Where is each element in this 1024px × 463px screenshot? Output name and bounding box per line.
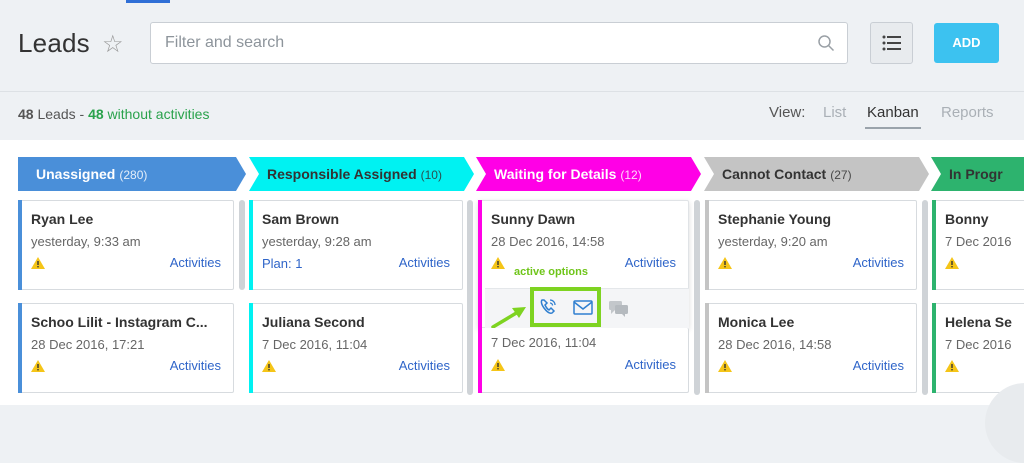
lead-name[interactable]: Stephanie Young xyxy=(718,211,831,227)
view-tab-reports[interactable]: Reports xyxy=(941,104,994,121)
lead-name[interactable]: Bonny xyxy=(945,211,989,227)
lead-card[interactable]: Sam Brown yesterday, 9:28 am Plan: 1 Act… xyxy=(249,200,463,290)
column-title: Unassigned xyxy=(36,166,116,182)
leads-stats: 48 Leads - 48 without activities xyxy=(18,106,209,122)
view-tab-kanban[interactable]: Kanban xyxy=(867,104,919,121)
column-scrollbar[interactable] xyxy=(922,200,928,395)
warning-icon xyxy=(31,257,45,269)
activities-link[interactable]: Activities xyxy=(170,358,221,373)
plan-link[interactable]: Plan: 1 xyxy=(262,256,302,271)
card-color-bar xyxy=(932,303,936,393)
warning-icon xyxy=(718,257,732,269)
lead-card[interactable]: Schoo Lilit - Instagram C... 28 Dec 2016… xyxy=(18,303,234,393)
column-title: Responsible Assigned xyxy=(267,166,417,182)
activities-link[interactable]: Activities xyxy=(625,357,676,372)
column-scrollbar[interactable] xyxy=(239,200,245,290)
card-color-bar xyxy=(932,200,936,290)
lead-card[interactable]: Ryan Lee yesterday, 9:33 am Activities xyxy=(18,200,234,290)
lead-card[interactable]: Monica Lee 28 Dec 2016, 14:58 Activities xyxy=(705,303,917,393)
lead-date: 7 Dec 2016 xyxy=(945,337,1012,352)
lead-date: yesterday, 9:33 am xyxy=(31,234,141,249)
lead-name[interactable]: Juliana Second xyxy=(262,314,365,330)
lead-name[interactable]: Helena Se xyxy=(945,314,1012,330)
without-count[interactable]: 48 xyxy=(88,106,104,122)
active-options-label: active options xyxy=(514,266,588,278)
warning-icon xyxy=(945,257,959,269)
column-scrollbar[interactable] xyxy=(694,200,700,395)
star-icon[interactable]: ☆ xyxy=(102,30,124,59)
column-title: In Progr xyxy=(949,166,1003,182)
search-box[interactable] xyxy=(150,22,848,64)
card-color-bar xyxy=(18,200,22,290)
view-label: View: xyxy=(769,104,806,121)
lead-name[interactable]: Sam Brown xyxy=(262,211,339,227)
lead-date: yesterday, 9:20 am xyxy=(718,234,828,249)
activities-link[interactable]: Activities xyxy=(399,358,450,373)
arrow-icon xyxy=(491,307,526,329)
lead-card-partial[interactable]: 7 Dec 2016, 11:04 Activities xyxy=(478,327,689,393)
warning-icon xyxy=(718,360,732,372)
activities-link[interactable]: Activities xyxy=(853,358,904,373)
column-header-unassigned[interactable]: Unassigned (280) xyxy=(18,157,246,191)
lead-card[interactable]: Bonny 7 Dec 2016 xyxy=(932,200,1024,290)
column-header-cannot-contact[interactable]: Cannot Contact (27) xyxy=(704,157,929,191)
column-count: (280) xyxy=(119,168,148,182)
without-label[interactable]: without activities xyxy=(108,106,210,122)
column-title: Cannot Contact xyxy=(722,166,827,182)
list-menu-button[interactable] xyxy=(870,22,913,64)
lead-name[interactable]: Monica Lee xyxy=(718,314,794,330)
leads-total: 48 xyxy=(18,106,34,122)
warning-icon xyxy=(262,360,276,372)
column-header-waiting-for-details[interactable]: Waiting for Details (12) xyxy=(476,157,701,191)
lead-date: 7 Dec 2016, 11:04 xyxy=(262,337,368,352)
search-input[interactable] xyxy=(163,33,807,53)
warning-icon xyxy=(491,359,505,371)
column-header-responsible-assigned[interactable]: Responsible Assigned (10) xyxy=(249,157,474,191)
card-color-bar xyxy=(249,200,253,290)
add-button[interactable]: ADD xyxy=(934,23,999,63)
card-color-bar xyxy=(705,200,709,290)
column-scrollbar[interactable] xyxy=(467,200,473,395)
page-title: Leads xyxy=(18,28,90,58)
chat-icon[interactable] xyxy=(608,300,629,317)
column-header-in-progress[interactable]: In Progr xyxy=(931,157,1024,191)
header-divider xyxy=(0,91,1024,92)
warning-icon xyxy=(491,257,505,269)
leads-label: Leads - xyxy=(37,106,85,122)
lead-date: 28 Dec 2016, 14:58 xyxy=(718,337,832,352)
lead-card[interactable]: Stephanie Young yesterday, 9:20 am Activ… xyxy=(705,200,917,290)
lead-date: 28 Dec 2016, 17:21 xyxy=(31,337,145,352)
column-count: (10) xyxy=(420,168,442,182)
card-color-bar xyxy=(705,303,709,393)
column-count: (27) xyxy=(830,168,852,182)
active-view-underline xyxy=(865,127,921,129)
lead-date: 7 Dec 2016 xyxy=(945,234,1012,249)
card-color-bar xyxy=(478,200,482,328)
lead-name[interactable]: Sunny Dawn xyxy=(491,211,575,227)
lead-card[interactable]: Helena Se 7 Dec 2016 xyxy=(932,303,1024,393)
lead-name[interactable]: Schoo Lilit - Instagram C... xyxy=(31,314,208,330)
column-count: (12) xyxy=(620,168,642,182)
lead-card[interactable]: Juliana Second 7 Dec 2016, 11:04 Activit… xyxy=(249,303,463,393)
column-title: Waiting for Details xyxy=(494,166,617,182)
activities-link[interactable]: Activities xyxy=(625,255,676,270)
activities-link[interactable]: Activities xyxy=(853,255,904,270)
card-color-bar xyxy=(18,303,22,393)
warning-icon xyxy=(31,360,45,372)
activities-link[interactable]: Activities xyxy=(399,255,450,270)
card-color-bar xyxy=(249,303,253,393)
lead-name[interactable]: Ryan Lee xyxy=(31,211,93,227)
card-color-bar xyxy=(478,327,482,393)
phone-icon[interactable] xyxy=(538,297,558,317)
lead-date: 7 Dec 2016, 11:04 xyxy=(491,335,597,350)
page-header: Leads ☆ ADD xyxy=(0,0,1024,92)
warning-icon xyxy=(945,360,959,372)
view-tab-list[interactable]: List xyxy=(823,104,846,121)
activities-link[interactable]: Activities xyxy=(170,255,221,270)
search-icon[interactable] xyxy=(817,34,835,52)
lead-date: 28 Dec 2016, 14:58 xyxy=(491,234,605,249)
list-view-icon xyxy=(882,35,901,51)
mail-icon[interactable] xyxy=(573,300,593,315)
lead-date: yesterday, 9:28 am xyxy=(262,234,372,249)
